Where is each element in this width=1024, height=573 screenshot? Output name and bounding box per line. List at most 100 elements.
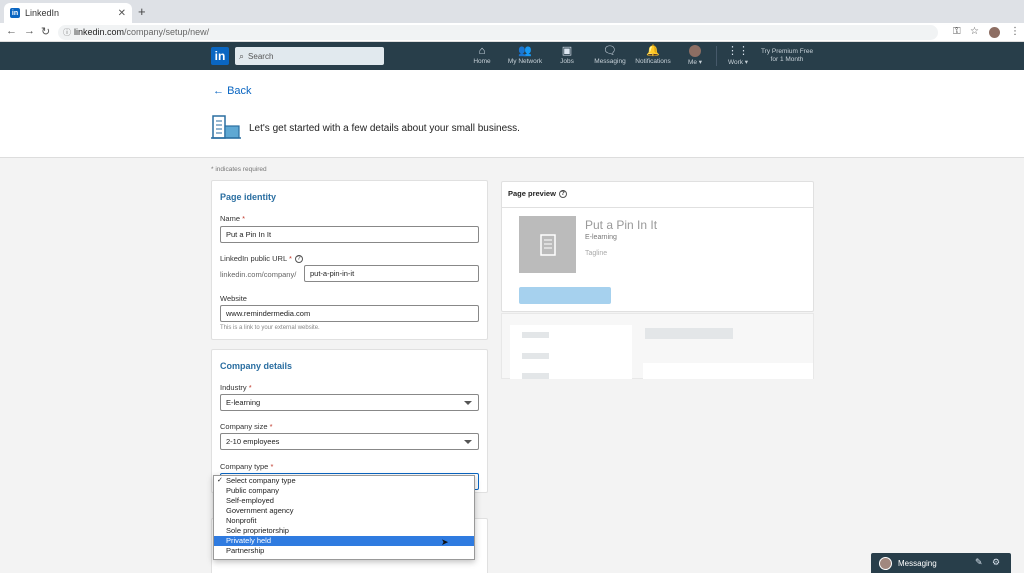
nav-messaging[interactable]: 🗨 Messaging [592, 45, 628, 69]
option-public-company[interactable]: Public company [214, 486, 474, 496]
forward-arrow-icon[interactable]: → [24, 25, 35, 37]
public-url-field[interactable]: put-a-pin-in-it [304, 265, 479, 282]
industry-select[interactable]: E-learning [220, 394, 479, 411]
required-note: * indicates required [211, 166, 267, 173]
messaging-icon: 🗨 [603, 45, 617, 57]
industry-value: E-learning [226, 398, 261, 407]
company-details-title: Company details [220, 361, 293, 371]
bell-icon: 🔔 [646, 45, 660, 57]
option-self-employed[interactable]: Self-employed [214, 496, 474, 506]
company-type-label: Company type * [220, 462, 274, 471]
browser-tab[interactable]: in LinkedIn ✕ [4, 3, 132, 23]
type-label-text: Company type [220, 462, 269, 471]
nav-notifications[interactable]: 🔔 Notifications [633, 45, 673, 69]
option-partnership[interactable]: Partnership [214, 546, 474, 556]
back-arrow-icon[interactable]: ← [6, 25, 17, 37]
avatar [689, 45, 701, 57]
nav-me[interactable]: Me ▾ [684, 45, 706, 69]
url-host: linkedin.com [74, 27, 125, 37]
compose-icon[interactable]: ✎ [975, 557, 983, 568]
back-label: Back [227, 85, 252, 97]
company-size-select[interactable]: 2-10 employees [220, 433, 479, 450]
network-icon: 👥 [518, 45, 532, 57]
messaging-label: Messaging [898, 558, 937, 568]
nav-jobs[interactable]: ▣ Jobs [557, 45, 577, 69]
mouse-cursor-icon: ➤ [441, 537, 449, 547]
intro-text: Let's get started with a few details abo… [249, 123, 520, 134]
option-nonprofit[interactable]: Nonprofit [214, 516, 474, 526]
nav-home[interactable]: ⌂ Home [470, 45, 494, 69]
info-icon[interactable]: ⓘ [63, 25, 71, 40]
nav-me-label: Me ▾ [687, 59, 703, 66]
industry-label-text: Industry [220, 383, 247, 392]
website-label: Website [220, 294, 247, 303]
preview-company-name: Put a Pin In It [585, 218, 658, 232]
key-icon[interactable]: ⚿ [953, 26, 961, 37]
nav-home-label: Home [473, 58, 491, 65]
linkedin-favicon: in [10, 8, 20, 18]
gear-icon[interactable]: ⚙ [992, 557, 1000, 568]
page-identity-title: Page identity [220, 192, 277, 202]
profile-avatar-icon[interactable] [989, 27, 1000, 38]
grid-icon: ⋮⋮ [727, 45, 749, 57]
url-label-text: LinkedIn public URL [220, 254, 287, 263]
setup-header: ← Back Let's get started with a few deta… [0, 70, 1024, 158]
option-government-agency[interactable]: Government agency [214, 506, 474, 516]
name-field[interactable]: Put a Pin In It [220, 226, 479, 243]
name-label-text: Name [220, 214, 241, 223]
size-label-text: Company size [220, 422, 268, 431]
linkedin-nav: in ⌕ Search ⌂ Home 👥 My Network ▣ Jobs 🗨… [0, 42, 1024, 70]
preview-divider [502, 207, 813, 208]
url-path: /company/setup/new/ [124, 27, 210, 37]
company-details-card: Company details Industry * E-learning Co… [211, 349, 488, 493]
reload-icon[interactable]: ↻ [41, 25, 50, 38]
help-icon[interactable]: ? [558, 190, 567, 199]
search-input[interactable]: ⌕ Search [235, 47, 384, 65]
preview-tagline: Tagline [585, 250, 608, 257]
page-preview-title: Page preview? [508, 189, 567, 199]
skeleton-line [645, 328, 733, 339]
skeleton-line [522, 373, 549, 379]
help-icon[interactable]: ? [294, 255, 303, 264]
url-field[interactable]: ⓘ linkedin.com/company/setup/new/ [58, 25, 938, 40]
company-size-label: Company size * [220, 422, 273, 431]
option-sole-proprietorship[interactable]: Sole proprietorship [214, 526, 474, 536]
chevron-down-icon [464, 440, 472, 444]
back-link[interactable]: ← Back [213, 85, 252, 97]
nav-divider [716, 46, 717, 66]
search-placeholder: Search [248, 51, 274, 61]
avatar [879, 556, 892, 570]
building-icon [211, 115, 241, 139]
try-premium-link[interactable]: Try Premium Free for 1 Month [752, 48, 822, 64]
building-placeholder-icon [539, 233, 556, 256]
new-tab-icon[interactable]: + [138, 4, 146, 19]
menu-kebab-icon[interactable]: ⋮ [1010, 26, 1020, 37]
industry-label: Industry * [220, 383, 252, 392]
nav-work-label: Work ▾ [727, 59, 749, 66]
nav-my-network[interactable]: 👥 My Network [505, 45, 545, 69]
linkedin-logo[interactable]: in [211, 47, 229, 65]
nav-work[interactable]: ⋮⋮ Work ▾ [725, 45, 751, 69]
preview-follow-button [519, 287, 611, 304]
company-logo-placeholder [519, 216, 576, 273]
nav-notifications-label: Notifications [635, 58, 671, 65]
url-prefix: linkedin.com/company/ [220, 270, 297, 279]
premium-line2: for 1 Month [770, 56, 804, 63]
home-icon: ⌂ [478, 45, 486, 57]
tab-title: LinkedIn [25, 8, 60, 18]
option-select-company-type[interactable]: Select company type [214, 476, 474, 486]
size-value: 2-10 employees [226, 437, 280, 446]
url-label: LinkedIn public URL *? [220, 254, 303, 264]
page-identity-card: Page identity Name * Put a Pin In It Lin… [211, 180, 488, 340]
website-field[interactable]: www.remindermedia.com [220, 305, 479, 322]
close-tab-icon[interactable]: ✕ [118, 8, 126, 19]
messaging-bar[interactable]: Messaging ✎ ⚙ [871, 553, 1011, 573]
jobs-icon: ▣ [561, 45, 573, 57]
name-label: Name * [220, 214, 246, 223]
nav-messaging-label: Messaging [594, 58, 626, 65]
nav-network-label: My Network [507, 58, 543, 65]
option-privately-held[interactable]: Privately held [214, 536, 474, 546]
address-bar: ← → ↻ ⓘ linkedin.com/company/setup/new/ … [0, 23, 1024, 42]
company-type-options: Select company type Public company Self-… [213, 475, 475, 560]
bookmark-star-icon[interactable]: ☆ [970, 26, 979, 37]
